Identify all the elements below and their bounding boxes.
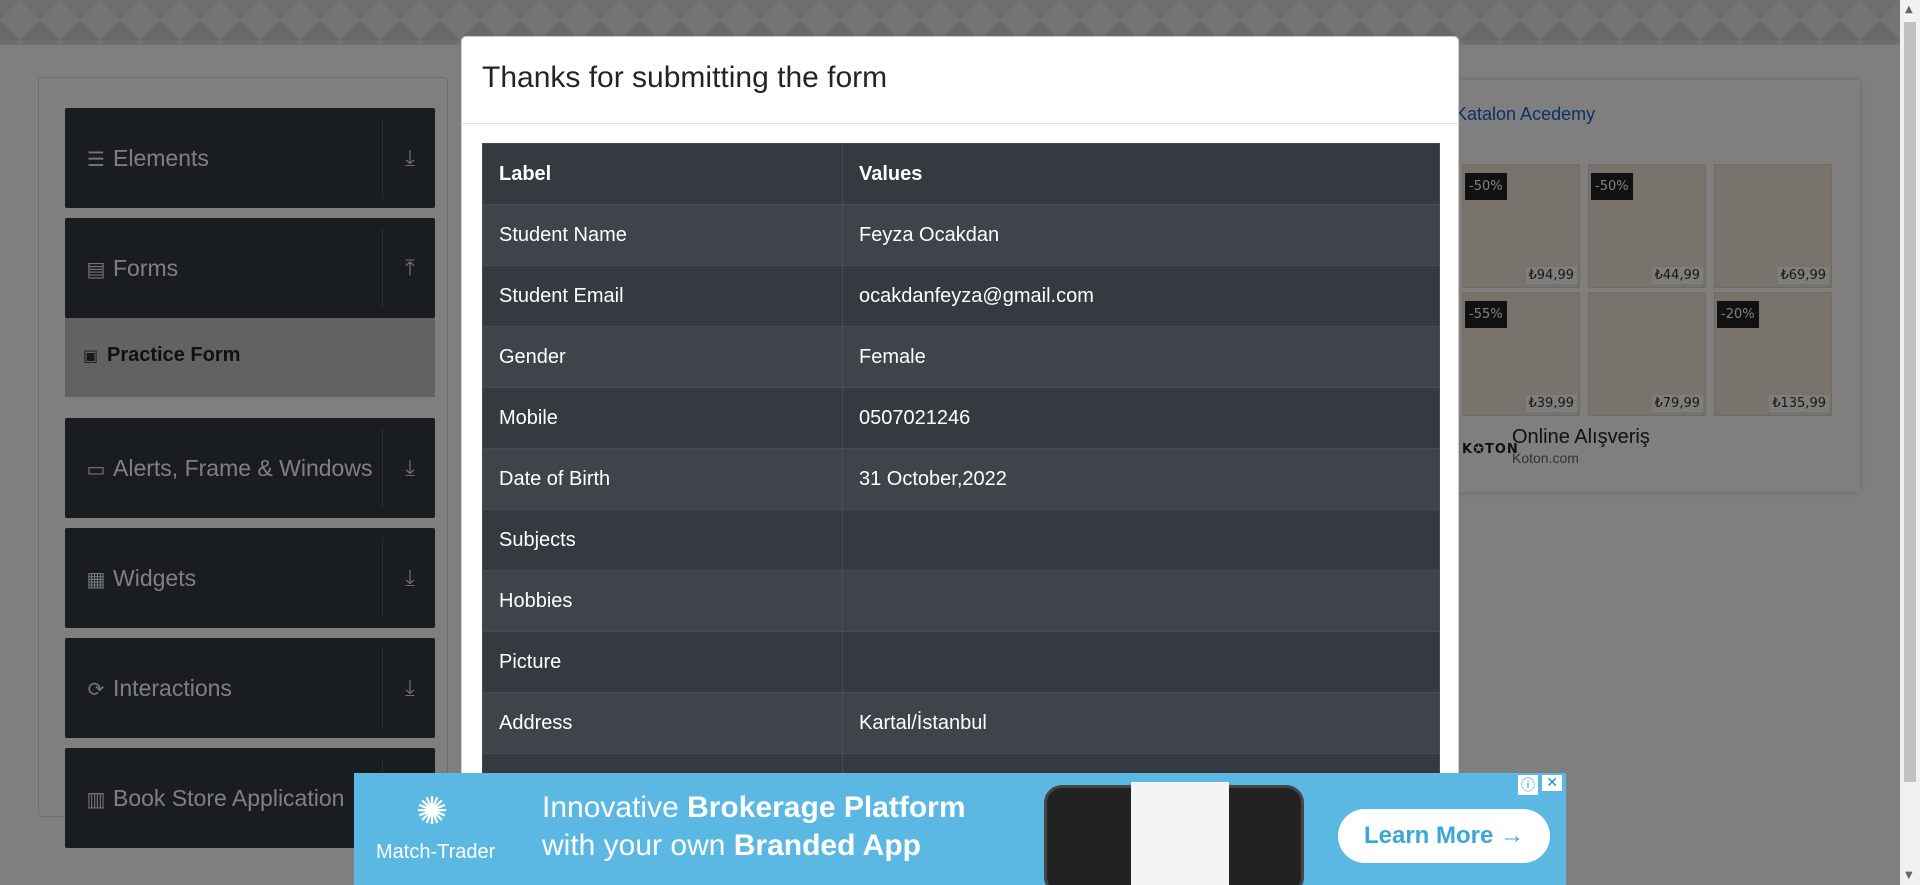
table-row: Address Kartal/İstanbul xyxy=(482,692,1440,754)
row-label: Subjects xyxy=(482,509,843,571)
row-value xyxy=(842,631,1440,693)
row-value xyxy=(842,570,1440,632)
row-value: 31 October,2022 xyxy=(842,448,1440,510)
modal-header: Thanks for submitting the form xyxy=(462,37,1458,124)
close-icon[interactable]: ✕ xyxy=(1542,775,1562,791)
ad-headline-line2: with your own Branded App xyxy=(542,829,921,863)
ad-headline-text: Innovative xyxy=(542,791,688,824)
ad-info-icon[interactable]: ⓘ xyxy=(1518,775,1538,795)
row-label: Mobile xyxy=(482,387,843,449)
ad-brand: Match-Trader xyxy=(376,841,496,863)
match-trader-logo-icon: ✺ xyxy=(416,789,448,833)
ad-headline-bold: Brokerage Platform xyxy=(687,791,966,824)
table-row: Student Name Feyza Ocakdan xyxy=(482,204,1440,266)
learn-more-button[interactable]: Learn More → xyxy=(1338,809,1550,863)
scroll-down-arrow-icon[interactable]: ▼ xyxy=(1905,870,1913,881)
phone-mockup-image xyxy=(1044,782,1304,885)
submission-modal: Thanks for submitting the form Label Val… xyxy=(461,36,1459,836)
table-row: Mobile 0507021246 xyxy=(482,387,1440,449)
page-scrollbar[interactable]: ▲ ▼ xyxy=(1900,0,1920,885)
row-label: Student Email xyxy=(482,265,843,327)
row-value: Feyza Ocakdan xyxy=(842,204,1440,266)
modal-title: Thanks for submitting the form xyxy=(482,61,888,94)
table-row: Student Email ocakdanfeyza@gmail.com xyxy=(482,265,1440,327)
ad-headline-text: with your own xyxy=(542,829,734,862)
table-row: Date of Birth 31 October,2022 xyxy=(482,448,1440,510)
row-value: Female xyxy=(842,326,1440,388)
row-label: Gender xyxy=(482,326,843,388)
table-header-row: Label Values xyxy=(482,143,1440,205)
phone-screen xyxy=(1131,782,1229,885)
bottom-ad-banner[interactable]: ✺ Match-Trader Innovative Brokerage Plat… xyxy=(354,773,1566,885)
row-value xyxy=(842,509,1440,571)
ad-headline-bold: Branded App xyxy=(733,829,921,862)
row-label: Address xyxy=(482,692,843,754)
table-row: Subjects xyxy=(482,509,1440,571)
row-label: Student Name xyxy=(482,204,843,266)
row-label: Picture xyxy=(482,631,843,693)
scroll-up-arrow-icon[interactable]: ▲ xyxy=(1905,4,1913,15)
column-header-values: Values xyxy=(842,143,1440,205)
table-row: Picture xyxy=(482,631,1440,693)
scrollbar-thumb[interactable] xyxy=(1904,22,1916,782)
results-table: Label Values Student Name Feyza Ocakdan … xyxy=(482,143,1440,815)
row-value: Kartal/İstanbul xyxy=(842,692,1440,754)
row-label: Hobbies xyxy=(482,570,843,632)
ad-headline-line1: Innovative Brokerage Platform xyxy=(542,791,966,825)
table-row: Gender Female xyxy=(482,326,1440,388)
table-row: Hobbies xyxy=(482,570,1440,632)
row-value: ocakdanfeyza@gmail.com xyxy=(842,265,1440,327)
row-label: Date of Birth xyxy=(482,448,843,510)
column-header-label: Label xyxy=(482,143,843,205)
row-value: 0507021246 xyxy=(842,387,1440,449)
results-table-wrapper: Label Values Student Name Feyza Ocakdan … xyxy=(482,143,1440,815)
